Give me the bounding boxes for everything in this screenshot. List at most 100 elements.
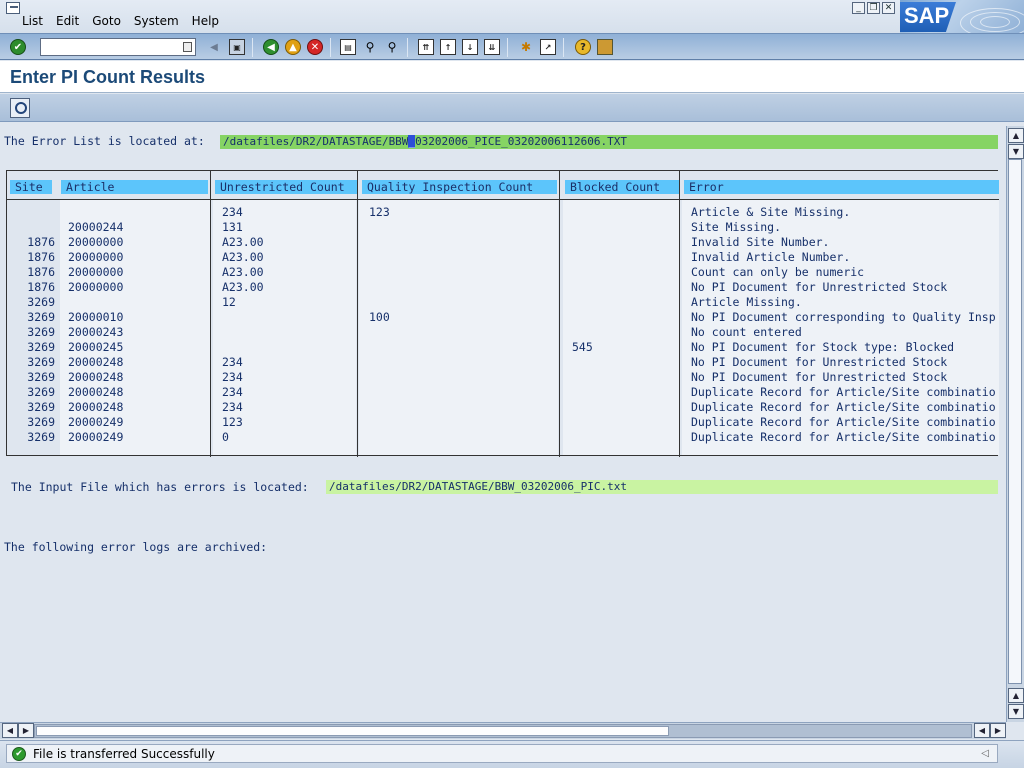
table-row[interactable]: 1876 20000000 A23.00 Invalid Site Number. — [7, 235, 999, 250]
scroll-down-icon[interactable]: ▼ — [1008, 704, 1024, 719]
cell-error: Duplicate Record for Article/Site combin… — [691, 430, 996, 444]
input-file-label: The Input File which has errors is locat… — [11, 480, 309, 494]
cell-site: 3269 — [27, 415, 55, 429]
search-button[interactable] — [10, 98, 30, 118]
page-right-icon[interactable]: ◀ — [974, 723, 990, 738]
back-icon[interactable]: ◀ — [263, 39, 279, 55]
column-header-quality-inspection-count[interactable]: Quality Inspection Count — [362, 180, 557, 194]
cell-article: 20000000 — [68, 280, 124, 294]
last-page-icon[interactable]: ⇊ — [484, 39, 500, 55]
next-page-icon[interactable]: ↓ — [462, 39, 478, 55]
column-header-article[interactable]: Article — [61, 180, 208, 194]
cell-error: No PI Document for Unrestricted Stock — [691, 355, 948, 369]
table-row[interactable]: 3269 20000249 123 Duplicate Record for Arti… — [7, 415, 999, 430]
scroll-up-icon[interactable]: ▲ — [1008, 128, 1024, 143]
page-left-icon[interactable]: ▶ — [18, 723, 34, 738]
menu-edit[interactable]: Edit — [56, 14, 79, 28]
cell-site: 3269 — [27, 325, 55, 339]
menu-goto[interactable]: Goto — [92, 14, 121, 28]
table-row[interactable]: 3269 12 Article Missing. — [7, 295, 999, 310]
cell-error: Invalid Site Number. — [691, 235, 830, 249]
scroll-left-icon[interactable]: ◀ — [2, 723, 18, 738]
cell-error: No PI Document corresponding to Quality … — [691, 310, 996, 324]
command-field[interactable] — [40, 38, 196, 56]
cell-unrestricted-count: A23.00 — [222, 250, 264, 264]
save-icon[interactable]: ▣ — [229, 39, 245, 55]
error-list-path[interactable]: /datafiles/DR2/DATASTAGE/BBW_03202006_PI… — [220, 135, 998, 149]
table-row[interactable]: 3269 20000248 234 Duplicate Record for Arti… — [7, 385, 999, 400]
horizontal-scrollbar[interactable]: ◀ ▶ ◀ ▶ — [0, 722, 1006, 739]
cell-unrestricted-count: 234 — [222, 385, 243, 399]
cell-error: Invalid Article Number. — [691, 250, 851, 264]
table-row[interactable]: 3269 20000248 234 No PI Document for Unrest… — [7, 370, 999, 385]
vertical-scrollbar[interactable]: ▲ ▼ ▲ ▼ — [1006, 126, 1024, 722]
input-file-path[interactable]: /datafiles/DR2/DATASTAGE/BBW_03202006_PI… — [326, 480, 998, 494]
table-row[interactable]: 3269 20000248 234 Duplicate Record for Arti… — [7, 400, 999, 415]
table-row[interactable]: 20000244 131 Site Missing. — [7, 220, 999, 235]
error-list-label: The Error List is located at: — [4, 134, 205, 148]
enter-icon[interactable]: ✔ — [10, 39, 26, 55]
minimize-icon[interactable]: _ — [852, 2, 865, 14]
table-row[interactable]: 3269 20000245 545 No PI Document for Stock … — [7, 340, 999, 355]
cell-error: Duplicate Record for Article/Site combin… — [691, 415, 996, 429]
cancel-icon[interactable]: ✕ — [307, 39, 323, 55]
vertical-scroll-thumb[interactable] — [1008, 159, 1022, 684]
exit-icon[interactable]: ▲ — [285, 39, 301, 55]
column-header-blocked-count[interactable]: Blocked Count — [565, 180, 679, 194]
cell-article: 20000000 — [68, 235, 124, 249]
help-icon[interactable]: ? — [575, 39, 591, 55]
column-header-site[interactable]: Site — [10, 180, 52, 194]
cell-article: 20000243 — [68, 325, 124, 339]
cell-error: No PI Document for Unrestricted Stock — [691, 370, 948, 384]
cell-site: 1876 — [27, 280, 55, 294]
table-row[interactable]: 3269 20000249 0 Duplicate Record for Articl… — [7, 430, 999, 445]
shortcut-icon[interactable]: ↗ — [540, 39, 556, 55]
cell-site: 1876 — [27, 250, 55, 264]
create-session-icon[interactable]: ✱ — [518, 39, 534, 55]
menu-help[interactable]: Help — [192, 14, 219, 28]
cell-error: No count entered — [691, 325, 802, 339]
layout-menu-icon[interactable] — [597, 39, 613, 55]
command-history-icon[interactable] — [183, 42, 192, 52]
page-up-icon[interactable]: ▼ — [1008, 144, 1024, 159]
list-output: The Error List is located at: /datafiles… — [0, 124, 1006, 722]
column-header-error[interactable]: Error — [684, 180, 999, 194]
cell-unrestricted-count: 234 — [222, 370, 243, 384]
system-menu-icon[interactable] — [6, 2, 20, 14]
status-expand-icon[interactable]: ◁ — [981, 748, 989, 759]
cell-article: 20000000 — [68, 265, 124, 279]
error-list-path-end: 03202006_PICE_03202006112606.TXT — [415, 135, 627, 148]
cell-article: 20000248 — [68, 355, 124, 369]
status-message-field[interactable]: ✔ File is transferred Successfully ◁ — [6, 744, 998, 763]
horizontal-scroll-track[interactable] — [34, 724, 972, 738]
table-row[interactable]: 3269 20000243 No count entered — [7, 325, 999, 340]
horizontal-scroll-thumb[interactable] — [36, 726, 669, 736]
cell-error: Count can only be numeric — [691, 265, 865, 279]
column-header-unrestricted-count[interactable]: Unrestricted Count — [215, 180, 358, 194]
restore-icon[interactable]: ❐ — [867, 2, 880, 14]
error-list-path-start: /datafiles/DR2/DATASTAGE/BBW — [223, 135, 409, 148]
menu-system[interactable]: System — [134, 14, 179, 28]
collapse-arrow-icon[interactable]: ◀ — [206, 39, 222, 55]
standard-toolbar: ✔ ◀ ▣ ◀ ▲ ✕ ▤ ⚲ ⚲ ⇈ ↑ ↓ ⇊ ✱ ↗ ? — [0, 33, 1024, 60]
menu-list[interactable]: List — [22, 14, 43, 28]
table-row[interactable]: 234 123 Article & Site Missing. — [7, 205, 999, 220]
title-bar: Enter PI Count Results — [0, 61, 1024, 93]
first-page-icon[interactable]: ⇈ — [418, 39, 434, 55]
table-row[interactable]: 1876 20000000 A23.00 Invalid Article Number… — [7, 250, 999, 265]
close-window-icon[interactable]: ✕ — [882, 2, 895, 14]
cell-article: 20000249 — [68, 430, 124, 444]
find-next-icon[interactable]: ⚲ — [384, 39, 400, 55]
cell-error: Article & Site Missing. — [691, 205, 851, 219]
table-row[interactable]: 3269 20000010 100 No PI Document correspond… — [7, 310, 999, 325]
scroll-right-icon[interactable]: ▶ — [990, 723, 1006, 738]
find-icon[interactable]: ⚲ — [362, 39, 378, 55]
sap-wordmark: SAP — [900, 2, 956, 32]
previous-page-icon[interactable]: ↑ — [440, 39, 456, 55]
print-icon[interactable]: ▤ — [340, 39, 356, 55]
page-down-icon[interactable]: ▲ — [1008, 688, 1024, 703]
table-row[interactable]: 3269 20000248 234 No PI Document for Unrest… — [7, 355, 999, 370]
table-row[interactable]: 1876 20000000 A23.00 No PI Document for Unr… — [7, 280, 999, 295]
error-table: Site Article Unrestricted Count Quality … — [6, 170, 999, 457]
table-row[interactable]: 1876 20000000 A23.00 Count can only be nume… — [7, 265, 999, 280]
